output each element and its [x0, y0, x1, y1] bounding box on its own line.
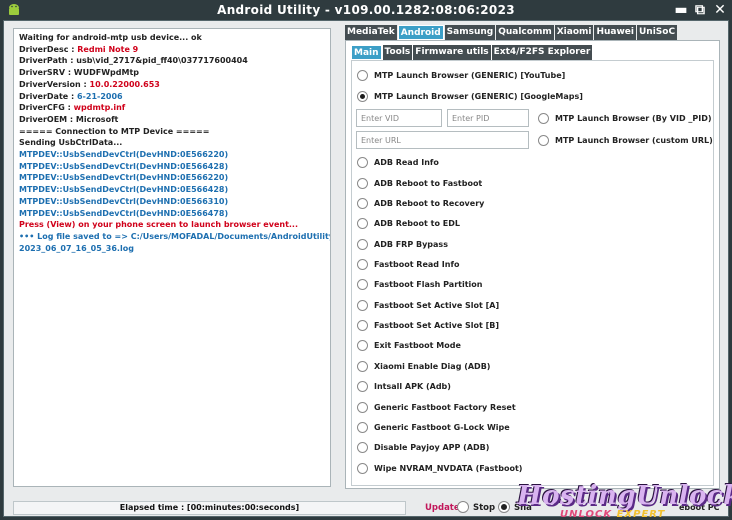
radio-button[interactable] [538, 112, 549, 124]
tab-huawei[interactable]: Huawei [594, 25, 636, 40]
log-line: 2023_06_07_16_05_36.log [19, 243, 134, 253]
option-adb-reboot-recovery[interactable]: ADB Reboot to Recovery [357, 196, 484, 210]
radio-button[interactable] [357, 299, 368, 311]
close-icon[interactable]: ✕ [711, 1, 729, 19]
log-panel[interactable]: Waiting for android-mtp usb device... ok… [13, 28, 331, 487]
option-fastboot-read-info[interactable]: Fastboot Read Info [357, 257, 459, 271]
radio-button[interactable] [357, 258, 368, 270]
hostingunlock-watermark: HostingUnlock [517, 481, 732, 511]
option-xiaomi-enable-diag[interactable]: Xiaomi Enable Diag (ADB) [357, 359, 490, 373]
tab-android[interactable]: Android [397, 25, 444, 40]
stop-label: Stop [473, 503, 496, 513]
subtab-ext4-explorer[interactable]: Ext4/F2FS Explorer [491, 45, 593, 60]
log-line: MTPDEV::UsbSendDevCtrl(DevHND:0E566310) [19, 196, 229, 206]
title-bar: Android Utility - v109.00.1282:08:06:202… [0, 0, 732, 20]
option-fastboot-flash-partition[interactable]: Fastboot Flash Partition [357, 277, 482, 291]
subtab-tools[interactable]: Tools [382, 45, 413, 60]
option-mtp-custom-url[interactable]: MTP Launch Browser (custom URL) [538, 133, 713, 147]
log-line: DriverDesc : Redmi Note 9 [19, 44, 139, 54]
android-panel: Main Tools Firmware utils Ext4/F2FS Expl… [345, 40, 720, 489]
radio-button[interactable] [357, 177, 368, 189]
radio-button[interactable] [357, 462, 368, 474]
elapsed-time-bar: Elapsed time : [00:minutes:00:seconds] [13, 501, 406, 515]
vendor-tabs: MediaTek Android Samsung Qualcomm Xiaomi… [345, 25, 678, 40]
log-line: DriverVersion : 10.0.22000.653 [19, 79, 160, 89]
option-adb-read-info[interactable]: ADB Read Info [357, 155, 439, 169]
subtab-main[interactable]: Main [351, 45, 382, 60]
log-line: DriverSRV : WUDFWpdMtp [19, 68, 140, 78]
radio-button[interactable] [357, 69, 368, 81]
vid-input[interactable]: Enter VID [356, 109, 442, 127]
option-fastboot-glock-wipe[interactable]: Generic Fastboot G-Lock Wipe [357, 420, 510, 434]
radio-button[interactable] [357, 360, 368, 372]
log-line: Waiting for android-mtp usb device... ok [19, 33, 202, 42]
log-line: MTPDEV::UsbSendDevCtrl(DevHND:0E566478) [19, 208, 229, 218]
snap-radio[interactable] [498, 501, 510, 513]
tab-samsung[interactable]: Samsung [444, 25, 496, 40]
android-subtabs: Main Tools Firmware utils Ext4/F2FS Expl… [351, 45, 593, 60]
radio-button[interactable] [357, 156, 368, 168]
radio-button[interactable] [357, 278, 368, 290]
tab-qualcomm[interactable]: Qualcomm [496, 25, 554, 40]
option-fastboot-slot-a[interactable]: Fastboot Set Active Slot [A] [357, 298, 499, 312]
log-line: Press (View) on your phone screen to lau… [19, 220, 299, 230]
radio-button[interactable] [357, 401, 368, 413]
option-adb-reboot-fastboot[interactable]: ADB Reboot to Fastboot [357, 176, 482, 190]
log-line: Sending UsbCtrlData... [19, 138, 123, 148]
window-title: Android Utility - v109.00.1282:08:06:202… [217, 3, 515, 17]
option-adb-reboot-edl[interactable]: ADB Reboot to EDL [357, 216, 460, 230]
option-fastboot-slot-b[interactable]: Fastboot Set Active Slot [B] [357, 318, 499, 332]
url-input[interactable]: Enter URL [356, 131, 529, 149]
log-line: DriverPath : usb\vid_2717&pid_ff40\03771… [19, 56, 248, 66]
tab-unisoc[interactable]: UniSoC [637, 25, 678, 40]
option-mtp-vidpid[interactable]: MTP Launch Browser (By VID _PID) [538, 111, 712, 125]
subtab-firmware-utils[interactable]: Firmware utils [413, 45, 491, 60]
log-line: MTPDEV::UsbSendDevCtrl(DevHND:0E566220) [19, 173, 229, 183]
tab-mediatek[interactable]: MediaTek [345, 25, 397, 40]
log-line: MTPDEV::UsbSendDevCtrl(DevHND:0E566428) [19, 161, 229, 171]
log-line: MTPDEV::UsbSendDevCtrl(DevHND:0E566428) [19, 185, 229, 195]
option-install-apk[interactable]: Intsall APK (Adb) [357, 379, 451, 393]
option-fastboot-factory-reset[interactable]: Generic Fastboot Factory Reset [357, 400, 516, 414]
main-options: MTP Launch Browser (GENERIC) [YouTube] M… [351, 60, 714, 486]
unlock-expert-watermark: UNLOCK EXPERT [560, 509, 666, 520]
radio-button[interactable] [357, 90, 368, 102]
radio-button[interactable] [357, 238, 368, 250]
radio-button[interactable] [357, 380, 368, 392]
update-link[interactable]: Update [425, 503, 460, 513]
radio-button[interactable] [357, 339, 368, 351]
radio-button[interactable] [357, 421, 368, 433]
option-mtp-youtube[interactable]: MTP Launch Browser (GENERIC) [YouTube] [357, 68, 565, 82]
option-wipe-nvram[interactable]: Wipe NVRAM_NVDATA (Fastboot) [357, 461, 522, 475]
option-disable-payjoy[interactable]: Disable Payjoy APP (ADB) [357, 440, 489, 454]
radio-button[interactable] [538, 134, 549, 146]
log-line: DriverOEM : Microsoft [19, 114, 119, 124]
log-line: DriverDate : 6-21-2006 [19, 91, 123, 101]
log-line: ===== Connection to MTP Device ===== [19, 126, 210, 136]
restore-icon[interactable]: ⧉ [691, 1, 709, 19]
radio-button[interactable] [357, 441, 368, 453]
minimize-icon[interactable]: ▬ [672, 1, 690, 19]
main-frame: Waiting for android-mtp usb device... ok… [3, 20, 732, 520]
tab-xiaomi[interactable]: Xiaomi [554, 25, 594, 40]
radio-button[interactable] [357, 197, 368, 209]
radio-button[interactable] [357, 319, 368, 331]
option-mtp-googlemaps[interactable]: MTP Launch Browser (GENERIC) [GoogleMaps… [357, 89, 583, 103]
radio-button[interactable] [357, 217, 368, 229]
log-line: DriverCFG : wpdmtp.inf [19, 103, 126, 113]
pid-input[interactable]: Enter PID [447, 109, 529, 127]
option-exit-fastboot[interactable]: Exit Fastboot Mode [357, 338, 461, 352]
log-line: ••• Log file saved to => C:/Users/MOFADA… [19, 231, 330, 241]
log-line: MTPDEV::UsbSendDevCtrl(DevHND:0E566220) [19, 150, 229, 160]
stop-radio[interactable] [457, 501, 469, 513]
option-adb-frp-bypass[interactable]: ADB FRP Bypass [357, 237, 448, 251]
